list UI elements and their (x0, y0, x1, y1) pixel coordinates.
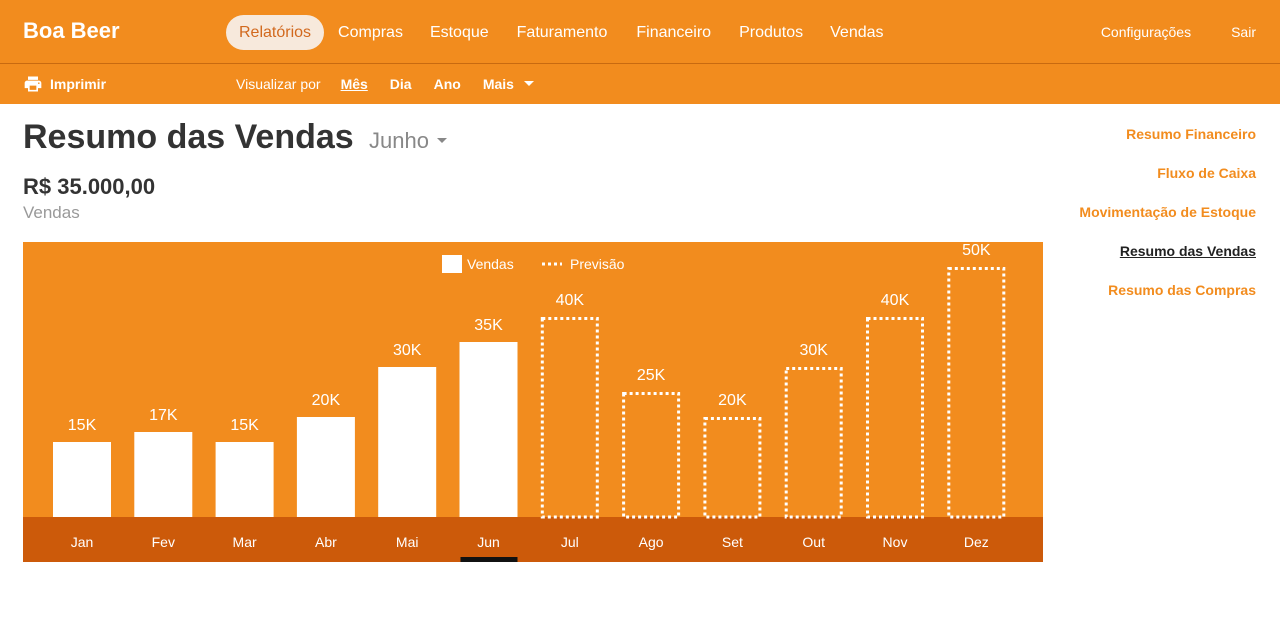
nav-item-financeiro[interactable]: Financeiro (622, 15, 725, 50)
nav-item-faturamento[interactable]: Faturamento (503, 15, 622, 50)
bar-value-label: 40K (881, 292, 910, 309)
settings-link[interactable]: Configurações (1101, 24, 1191, 40)
legend-label-vendas: Vendas (467, 256, 514, 272)
top-right-links: Configurações Sair (1061, 24, 1256, 40)
x-tick-label[interactable]: Jun (477, 534, 500, 550)
forecast-bar (540, 317, 599, 519)
bar-value-label: 30K (799, 342, 828, 359)
sales-bar (53, 442, 111, 517)
chevron-down-icon (523, 80, 534, 86)
print-label: Imprimir (50, 76, 107, 92)
view-option-ano[interactable]: Ano (434, 76, 461, 92)
side-link-resumo-financeiro[interactable]: Resumo Financeiro (1079, 126, 1256, 165)
x-tick-label[interactable]: Fev (152, 534, 175, 550)
x-tick-label[interactable]: Set (722, 534, 743, 550)
logout-link[interactable]: Sair (1231, 24, 1256, 40)
bar-value-label: 35K (474, 317, 503, 334)
report-links: Resumo Financeiro Fluxo de Caixa Movimen… (1079, 126, 1256, 321)
month-dropdown[interactable]: Junho (369, 128, 447, 154)
bar-value-label: 15K (230, 417, 259, 434)
bar-value-label: 30K (393, 342, 422, 359)
nav-item-produtos[interactable]: Produtos (726, 15, 816, 50)
forecast-bar (622, 392, 681, 519)
nav-item-compras[interactable]: Compras (325, 15, 416, 50)
sales-amount-label: Vendas (23, 203, 80, 222)
x-tick-label[interactable]: Mar (233, 534, 257, 550)
bar-value-label: 50K (962, 242, 991, 259)
x-tick-label[interactable]: Out (802, 534, 825, 550)
sales-amount: R$ 35.000,00 (23, 174, 156, 199)
view-option-mais-label: Mais (482, 76, 514, 92)
legend-swatch-vendas (442, 255, 462, 273)
legend-label-previsao: Previsão (570, 256, 625, 272)
x-tick-label[interactable]: Jul (561, 534, 579, 550)
bar-value-label: 20K (718, 392, 747, 409)
sales-bar (378, 367, 437, 517)
bar-value-label: 20K (312, 392, 341, 409)
forecast-bar (784, 367, 843, 519)
x-tick-label[interactable]: Jan (71, 534, 94, 550)
bar-value-label: 17K (149, 407, 178, 424)
sales-bar (296, 417, 355, 517)
month-dropdown-label: Junho (369, 128, 429, 153)
forecast-bar (947, 267, 1006, 519)
forecast-bar (703, 417, 762, 519)
view-by-label: Visualizar por (236, 76, 321, 92)
nav-item-vendas[interactable]: Vendas (817, 15, 896, 50)
sales-bar (134, 432, 193, 517)
top-navbar: Boa Beer Relatórios Compras Estoque Fatu… (0, 0, 1280, 64)
sales-chart: Vendas Previsão 15K Jan 17K Fev 15K Mar 20K Abr 30… (23, 242, 1043, 562)
app-title: Boa Beer (23, 18, 120, 43)
sales-bar (215, 442, 274, 517)
bar-value-label: 25K (637, 367, 666, 384)
x-tick-label[interactable]: Ago (639, 534, 664, 550)
forecast-bar (866, 317, 924, 519)
side-link-fluxo-de-caixa[interactable]: Fluxo de Caixa (1079, 165, 1256, 204)
view-option-mais[interactable]: Mais (483, 76, 534, 92)
selected-month-marker (460, 557, 518, 562)
view-option-mes[interactable]: Mês (341, 76, 368, 92)
side-link-movimentacao-de-estoque[interactable]: Movimentação de Estoque (1079, 204, 1256, 243)
toolbar: Imprimir Visualizar por Mês Dia Ano Mais (0, 64, 1280, 104)
printer-icon (24, 76, 42, 92)
nav-item-relatorios[interactable]: Relatórios (226, 15, 325, 50)
print-button[interactable]: Imprimir (23, 74, 106, 94)
view-by-selector: Visualizar por Mês Dia Ano Mais (236, 76, 556, 92)
bar-value-label: 15K (68, 417, 97, 434)
sales-bar (459, 342, 518, 517)
x-tick-label[interactable]: Abr (315, 534, 337, 550)
sales-chart-svg: Vendas Previsão 15K Jan 17K Fev 15K Mar 20K Abr 30… (23, 242, 1043, 562)
view-option-dia[interactable]: Dia (390, 76, 412, 92)
side-link-resumo-das-compras[interactable]: Resumo das Compras (1079, 282, 1256, 321)
nav-item-estoque[interactable]: Estoque (417, 15, 502, 50)
main-nav: Relatórios Compras Estoque Faturamento F… (226, 15, 898, 50)
side-link-resumo-das-vendas[interactable]: Resumo das Vendas (1079, 243, 1256, 282)
bar-value-label: 40K (556, 292, 585, 309)
x-tick-label[interactable]: Dez (964, 534, 989, 550)
x-tick-label[interactable]: Mai (396, 534, 419, 550)
page-title: Resumo das Vendas (23, 118, 354, 156)
x-tick-label[interactable]: Nov (883, 534, 908, 550)
chevron-down-icon (436, 137, 447, 143)
